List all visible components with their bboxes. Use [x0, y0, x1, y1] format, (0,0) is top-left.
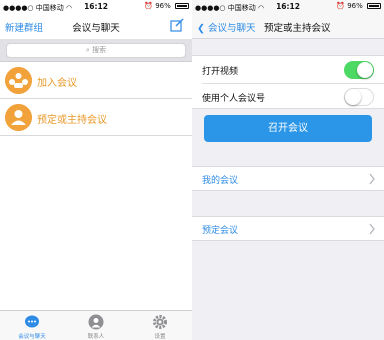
schedule-host-screen: ●●●●○ 中国移动 ◠ 16:12 ⏰ 96% ❮ 会议与聊天 预定或主持会议… — [192, 0, 384, 340]
back-button[interactable]: ❮ 会议与聊天 — [197, 20, 256, 34]
battery-icon — [175, 3, 189, 9]
chat-bubble-icon — [25, 315, 39, 328]
tab-meetings-chat-label: 会议与聊天 — [18, 334, 46, 340]
personal-id-label: 使用个人会议号 — [202, 94, 266, 104]
nav-bar: ❮ 会议与聊天 预定或主持会议 — [192, 13, 384, 39]
nav-bar: 新建群组 会议与聊天 — [0, 13, 192, 39]
alarm-icon: ⏰ — [336, 2, 345, 10]
options-group: 打开视频 使用个人会议号 — [192, 55, 384, 109]
battery-status: ⏰ 96% — [336, 2, 381, 10]
alarm-icon: ⏰ — [144, 2, 153, 10]
contacts-icon — [88, 314, 104, 330]
my-meetings-label: 我的会议 — [202, 176, 239, 186]
tab-meetings-chat[interactable]: 会议与聊天 — [0, 311, 64, 340]
status-bar: ●●●●○ 中国移动 ◠ 16:12 ⏰ 96% — [192, 0, 384, 13]
schedule-host-label: 预定或主持会议 — [37, 115, 107, 126]
search-input[interactable]: ⌕ 搜索 — [6, 43, 186, 58]
search-icon: ⌕ — [85, 46, 90, 54]
schedule-meeting-label: 预定会议 — [202, 226, 239, 236]
search-placeholder: 搜索 — [92, 46, 107, 54]
toggle-knob — [345, 89, 361, 105]
schedule-host-row[interactable]: 预定或主持会议 — [0, 100, 192, 136]
toggle-knob — [357, 62, 373, 78]
battery-percent: 96% — [155, 2, 171, 10]
tab-contacts[interactable]: 联系人 — [64, 311, 128, 340]
compose-icon[interactable] — [170, 18, 184, 32]
battery-percent: 96% — [347, 2, 363, 10]
video-option-row: 打开视频 — [192, 57, 384, 83]
back-label: 会议与聊天 — [208, 23, 256, 34]
personal-id-toggle[interactable] — [344, 88, 374, 106]
join-meeting-icon — [5, 67, 32, 94]
battery-icon — [367, 3, 381, 9]
schedule-meeting-row[interactable]: 预定会议 — [192, 216, 384, 241]
chevron-right-icon — [369, 173, 375, 185]
battery-status: ⏰ 96% — [144, 2, 189, 10]
page-title: 预定或主持会议 — [264, 23, 331, 34]
page-title: 会议与聊天 — [72, 23, 120, 34]
status-bar: ●●●●○ 中国移动 ◠ 16:12 ⏰ 96% — [0, 0, 192, 13]
chevron-left-icon: ❮ — [197, 23, 205, 34]
start-meeting-button[interactable]: 召开会议 — [204, 115, 372, 142]
tab-settings[interactable]: 设置 — [128, 311, 192, 340]
tab-settings-label: 设置 — [154, 334, 166, 340]
gear-icon — [153, 315, 167, 329]
search-bar: ⌕ 搜索 — [0, 39, 192, 62]
join-meeting-label: 加入会议 — [37, 78, 77, 89]
meetings-chat-screen: ●●●●○ 中国移动 ◠ 16:12 ⏰ 96% 新建群组 会议与聊天 ⌕ 搜索 — [0, 0, 192, 340]
host-person-icon — [5, 104, 32, 131]
join-meeting-row[interactable]: 加入会议 — [0, 63, 192, 99]
personal-id-row: 使用个人会议号 — [192, 84, 384, 110]
chevron-right-icon — [369, 223, 375, 235]
tab-bar: 会议与聊天 联系人 设置 — [0, 310, 192, 340]
video-option-label: 打开视频 — [202, 67, 239, 77]
tab-contacts-label: 联系人 — [87, 334, 105, 340]
video-toggle[interactable] — [344, 61, 374, 79]
my-meetings-row[interactable]: 我的会议 — [192, 166, 384, 191]
